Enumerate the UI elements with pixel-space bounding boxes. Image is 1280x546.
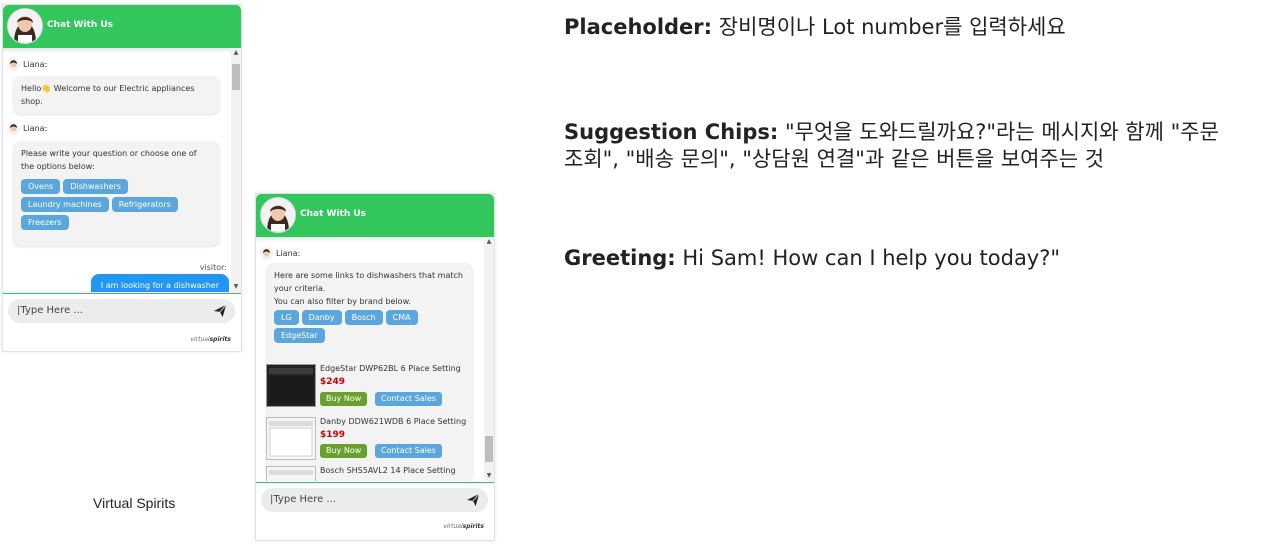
product-name[interactable]: Bosch SHS5AVL2 14 Place Setting bbox=[320, 466, 456, 475]
input-divider bbox=[3, 293, 241, 294]
agent-mini-avatar bbox=[7, 122, 20, 135]
product-price: $249 bbox=[320, 377, 346, 387]
scroll-down-icon[interactable]: ▼ bbox=[484, 471, 494, 481]
chat-header: Chat With Us bbox=[256, 194, 494, 237]
scroll-thumb[interactable] bbox=[485, 436, 493, 462]
brand-logo: virtualspirits bbox=[443, 523, 484, 530]
chip-cma[interactable]: CMA bbox=[385, 310, 418, 325]
note-label: Greeting: bbox=[564, 246, 676, 270]
agent-message: Please write your question or choose one… bbox=[13, 141, 220, 246]
note-placeholder: Placeholder: 장비명이나 Lot number를 입력하세요 bbox=[564, 14, 1264, 41]
note-suggestion-chips: Suggestion Chips: "무엇을 도와드릴까요?"라는 메시지와 함… bbox=[564, 119, 1264, 173]
note-label: Placeholder: bbox=[564, 15, 713, 39]
chat-widget-2: Chat With Us Liana: Here are some links … bbox=[255, 193, 495, 541]
agent-name: Liana: bbox=[276, 249, 301, 258]
agent-name: Liana: bbox=[23, 124, 48, 133]
note-text: "무엇을 도와드릴까요?"라는 메시지와 함께 "주문 bbox=[784, 120, 1219, 144]
chip-freezers[interactable]: Freezers bbox=[21, 215, 69, 230]
chip-bosch[interactable]: Bosch bbox=[344, 310, 383, 325]
product-name[interactable]: EdgeStar DWP62BL 6 Place Setting bbox=[320, 364, 461, 373]
agent-avatar bbox=[260, 197, 296, 233]
reply-text: Here are some links to dishwashers that … bbox=[274, 271, 463, 293]
agent-message: Hello👋 Welcome to our Electric appliance… bbox=[13, 76, 220, 114]
agent-mini-avatar bbox=[7, 58, 20, 71]
brand-chips: LG Danby Bosch CMA EdgeStar bbox=[274, 310, 465, 343]
product-price: $199 bbox=[320, 430, 346, 440]
greeting-text: Hello👋 Welcome to our Electric appliance… bbox=[21, 84, 195, 106]
send-icon[interactable] bbox=[466, 493, 480, 507]
contact-sales-button[interactable]: Contact Sales bbox=[375, 444, 442, 458]
chip-ovens[interactable]: Ovens bbox=[21, 179, 61, 194]
chat-header: Chat With Us bbox=[3, 5, 241, 48]
prompt-text: Please write your question or choose one… bbox=[21, 149, 197, 171]
agent-label: Liana: bbox=[7, 58, 47, 71]
note-text: 장비명이나 Lot number를 입력하세요 bbox=[718, 15, 1066, 39]
send-icon[interactable] bbox=[213, 304, 227, 318]
agent-label: Liana: bbox=[260, 247, 300, 260]
product-image[interactable] bbox=[266, 417, 316, 460]
suggestion-chips: Ovens Dishwashers Laundry machines Refri… bbox=[21, 179, 212, 230]
agent-name: Liana: bbox=[23, 60, 48, 69]
note-text: 조회", "배송 문의", "상담원 연결"과 같은 버튼을 보여주는 것 bbox=[564, 147, 1105, 171]
caption: Virtual Spirits bbox=[93, 495, 176, 511]
buy-now-button[interactable]: Buy Now bbox=[320, 392, 368, 406]
product-image[interactable] bbox=[266, 364, 316, 407]
chip-refrigerators[interactable]: Refrigerators bbox=[111, 197, 178, 212]
scroll-up-icon[interactable]: ▲ bbox=[484, 237, 494, 247]
agent-label: Liana: bbox=[7, 122, 47, 135]
agent-avatar bbox=[7, 8, 43, 44]
visitor-message: I am looking for a dishwasher bbox=[90, 274, 229, 292]
note-greeting: Greeting: Hi Sam! How can I help you tod… bbox=[564, 245, 1264, 272]
message-input[interactable]: |Type Here ... bbox=[261, 488, 488, 512]
chip-edgestar[interactable]: EdgeStar bbox=[274, 328, 325, 343]
input-placeholder: |Type Here ... bbox=[17, 305, 83, 316]
note-label: Suggestion Chips: bbox=[564, 120, 779, 144]
brand-logo: virtualspirits bbox=[190, 336, 231, 343]
chat-messages[interactable]: Liana: Hello👋 Welcome to our Electric ap… bbox=[3, 48, 241, 292]
scroll-thumb[interactable] bbox=[232, 64, 240, 90]
chat-widget-1: Chat With Us Liana: Hello👋 Welcome to ou… bbox=[2, 4, 242, 352]
chip-danby[interactable]: Danby bbox=[301, 310, 342, 325]
product-name[interactable]: Danby DDW621WDB 6 Place Setting bbox=[320, 417, 466, 426]
note-text: Hi Sam! How can I help you today?" bbox=[682, 246, 1061, 270]
reply-filter-text: You can also filter by brand below. bbox=[274, 297, 411, 306]
input-placeholder: |Type Here ... bbox=[270, 494, 336, 505]
chat-title: Chat With Us bbox=[47, 20, 114, 30]
chat-messages[interactable]: Liana: Here are some links to dishwasher… bbox=[256, 237, 494, 481]
scroll-down-icon[interactable]: ▼ bbox=[231, 282, 241, 292]
scrollbar[interactable]: ▲ ▼ bbox=[231, 48, 241, 292]
product-image[interactable] bbox=[266, 466, 316, 481]
scroll-up-icon[interactable]: ▲ bbox=[231, 48, 241, 58]
visitor-label: visitor: bbox=[199, 263, 227, 272]
agent-mini-avatar bbox=[260, 247, 273, 260]
message-input[interactable]: |Type Here ... bbox=[8, 299, 235, 323]
input-divider bbox=[256, 482, 494, 483]
contact-sales-button[interactable]: Contact Sales bbox=[375, 392, 442, 406]
chip-laundry-machines[interactable]: Laundry machines bbox=[21, 197, 109, 212]
chip-lg[interactable]: LG bbox=[274, 310, 299, 325]
chat-title: Chat With Us bbox=[300, 209, 367, 219]
buy-now-button[interactable]: Buy Now bbox=[320, 444, 368, 458]
chip-dishwashers[interactable]: Dishwashers bbox=[63, 179, 128, 194]
scrollbar[interactable]: ▲ ▼ bbox=[484, 237, 494, 481]
